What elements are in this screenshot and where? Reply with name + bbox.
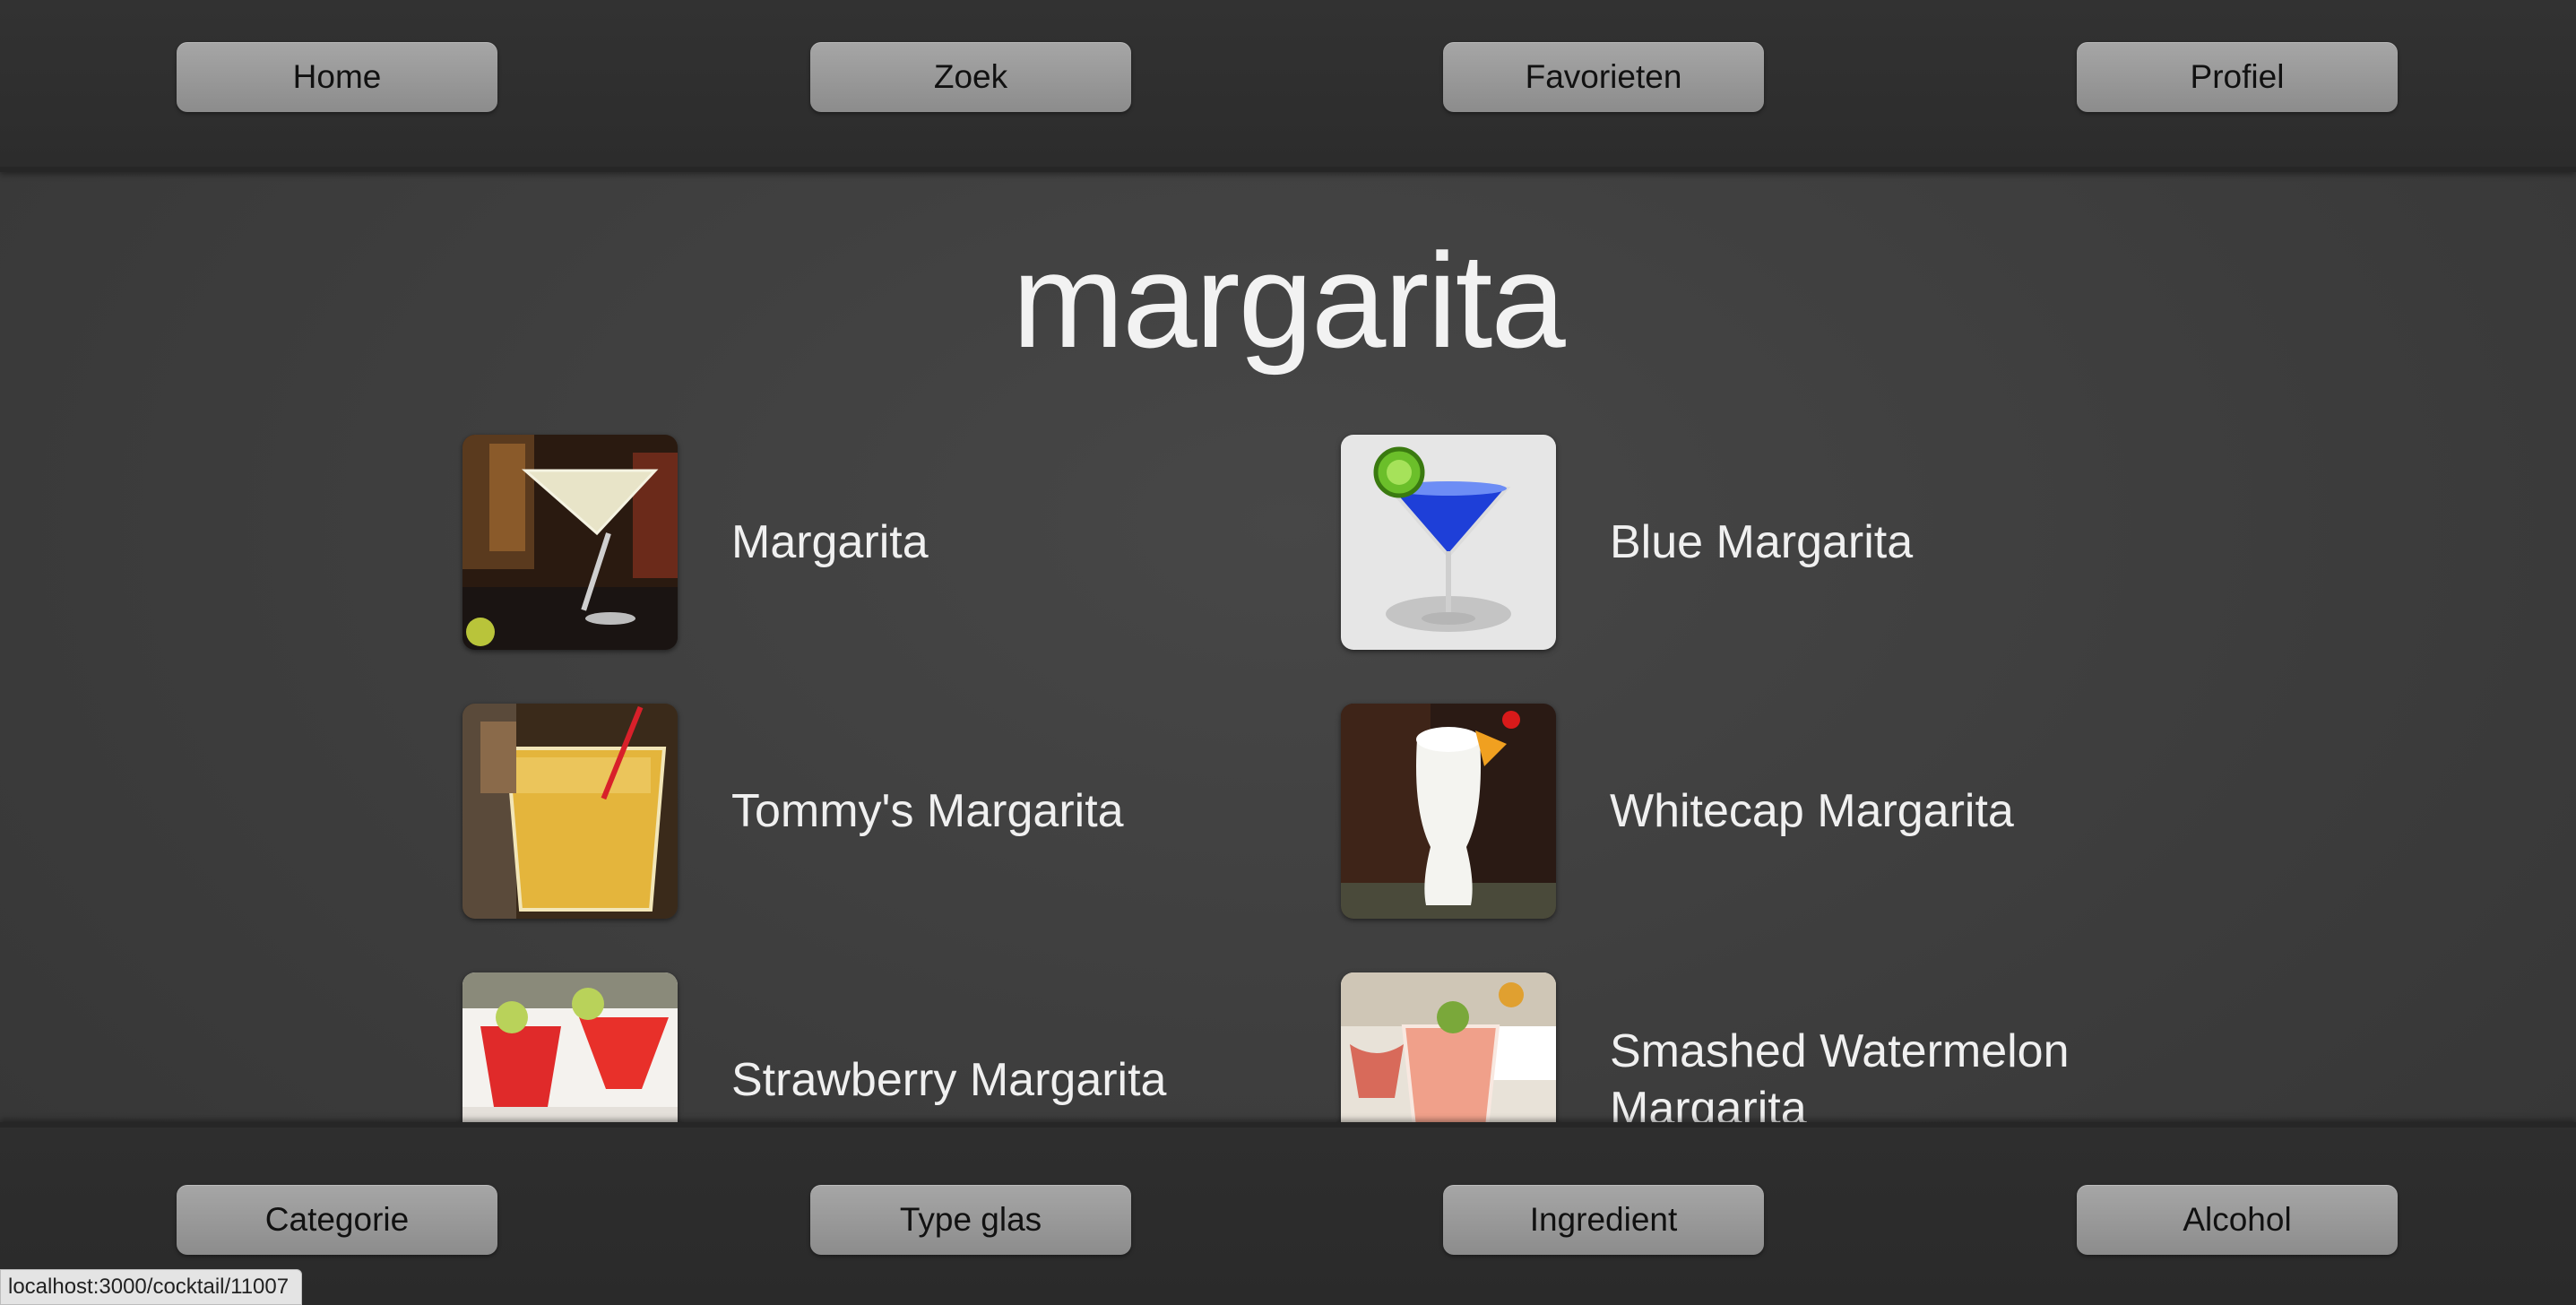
results-scroll-area[interactable]: margarita Margarita Blue Margarita Tommy… — [0, 167, 2576, 1122]
cocktail-name: Strawberry Margarita — [731, 1054, 1167, 1106]
nav-category-button[interactable]: Categorie — [177, 1185, 497, 1255]
cocktail-card-whitecap-margarita[interactable]: Whitecap Margarita — [1341, 704, 2148, 919]
cocktail-name: Whitecap Margarita — [1610, 785, 2014, 837]
cocktail-card-margarita[interactable]: Margarita — [462, 435, 1269, 650]
top-nav-bar: Home Zoek Favorieten Profiel — [0, 0, 2576, 172]
cocktail-card-smashed-watermelon-margarita[interactable]: Smashed Watermelon Margarita — [1341, 972, 2148, 1122]
page-title: margarita — [1012, 225, 1566, 376]
nav-ingredient-button[interactable]: Ingredient — [1443, 1185, 1764, 1255]
link-status-url: localhost:3000/cocktail/11007 — [0, 1269, 303, 1305]
smashed-watermelon-margarita-photo — [1341, 972, 1556, 1122]
cocktail-name: Tommy's Margarita — [731, 785, 1124, 837]
cocktail-name: Smashed Watermelon Margarita — [1610, 1025, 2070, 1122]
cocktail-card-blue-margarita[interactable]: Blue Margarita — [1341, 435, 2148, 650]
nav-alcohol-button[interactable]: Alcohol — [2077, 1185, 2398, 1255]
cocktail-name: Margarita — [731, 516, 929, 568]
blue-margarita-photo — [1341, 435, 1556, 650]
cocktail-card-tommys-margarita[interactable]: Tommy's Margarita — [462, 704, 1269, 919]
tommys-margarita-photo — [462, 704, 678, 919]
nav-glass-type-button[interactable]: Type glas — [810, 1185, 1131, 1255]
nav-search-button[interactable]: Zoek — [810, 42, 1131, 112]
cocktail-name: Blue Margarita — [1610, 516, 1914, 568]
cocktail-card-strawberry-margarita[interactable]: Strawberry Margarita — [462, 972, 1269, 1122]
nav-profile-button[interactable]: Profiel — [2077, 42, 2398, 112]
margarita-photo — [462, 435, 678, 650]
strawberry-margarita-photo — [462, 972, 678, 1122]
nav-favorites-button[interactable]: Favorieten — [1443, 42, 1764, 112]
nav-home-button[interactable]: Home — [177, 42, 497, 112]
bottom-nav-bar: Categorie Type glas Ingredient Alcohol — [0, 1122, 2576, 1305]
whitecap-margarita-photo — [1341, 704, 1556, 919]
page: Home Zoek Favorieten Profiel margarita M… — [0, 0, 2576, 1305]
